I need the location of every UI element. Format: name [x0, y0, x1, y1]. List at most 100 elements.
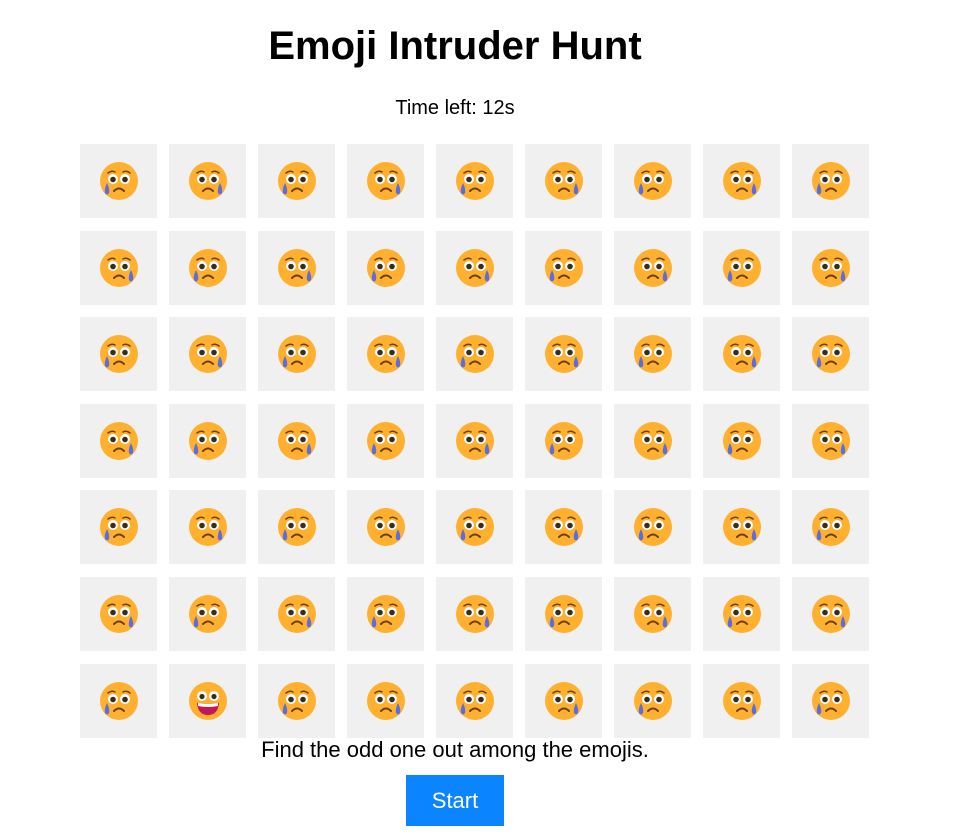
emoji-cell[interactable]: [614, 317, 691, 392]
emoji-cell[interactable]: [258, 663, 335, 738]
emoji-cell[interactable]: [703, 317, 780, 392]
emoji-cell[interactable]: [169, 403, 246, 478]
emoji-cell[interactable]: [169, 490, 246, 565]
emoji-cell[interactable]: [792, 576, 869, 651]
pleading-face-with-tear-icon: [366, 161, 406, 201]
emoji-cell[interactable]: [258, 144, 335, 218]
emoji-cell[interactable]: [169, 144, 246, 218]
emoji-cell[interactable]: [169, 230, 246, 305]
emoji-cell[interactable]: [792, 230, 869, 305]
emoji-cell[interactable]: [80, 490, 157, 565]
emoji-cell[interactable]: [347, 144, 424, 218]
emoji-cell[interactable]: [80, 663, 157, 738]
emoji-cell[interactable]: [614, 576, 691, 651]
pleading-face-with-tear-icon: [633, 334, 673, 374]
emoji-cell[interactable]: [169, 663, 246, 738]
emoji-cell[interactable]: [792, 144, 869, 218]
emoji-cell[interactable]: [347, 230, 424, 305]
pleading-face-with-tear-icon: [277, 507, 317, 547]
time-left-display: Time left: 12s: [395, 97, 515, 119]
emoji-cell[interactable]: [347, 403, 424, 478]
pleading-face-with-tear-icon: [811, 421, 851, 461]
pleading-face-with-tear-icon: [455, 421, 495, 461]
emoji-cell[interactable]: [525, 403, 602, 478]
emoji-cell[interactable]: [792, 663, 869, 738]
start-button[interactable]: Start: [406, 775, 504, 826]
emoji-cell[interactable]: [80, 144, 157, 218]
emoji-cell[interactable]: [436, 663, 513, 738]
emoji-cell[interactable]: [703, 490, 780, 565]
emoji-cell[interactable]: [525, 230, 602, 305]
emoji-cell[interactable]: [258, 403, 335, 478]
pleading-face-with-tear-icon: [366, 681, 406, 721]
emoji-cell[interactable]: [525, 317, 602, 392]
pleading-face-with-tear-icon: [544, 421, 584, 461]
emoji-cell[interactable]: [169, 317, 246, 392]
emoji-cell[interactable]: [792, 403, 869, 478]
pleading-face-with-tear-icon: [99, 421, 139, 461]
emoji-cell[interactable]: [614, 663, 691, 738]
pleading-face-with-tear-icon: [366, 334, 406, 374]
emoji-cell[interactable]: [792, 490, 869, 565]
emoji-cell[interactable]: [436, 490, 513, 565]
emoji-cell[interactable]: [614, 144, 691, 218]
emoji-cell[interactable]: [347, 576, 424, 651]
emoji-cell[interactable]: [525, 144, 602, 218]
emoji-cell[interactable]: [436, 317, 513, 392]
pleading-face-with-tear-icon: [811, 594, 851, 634]
emoji-cell[interactable]: [80, 576, 157, 651]
instructions-text: Find the odd one out among the emojis.: [261, 737, 649, 762]
pleading-face-with-tear-icon: [811, 334, 851, 374]
pleading-face-with-tear-icon: [188, 334, 228, 374]
pleading-face-with-tear-icon: [366, 594, 406, 634]
emoji-cell[interactable]: [347, 663, 424, 738]
emoji-cell[interactable]: [80, 230, 157, 305]
pleading-face-with-tear-icon: [811, 161, 851, 201]
pleading-face-with-tear-icon: [455, 507, 495, 547]
emoji-cell[interactable]: [258, 230, 335, 305]
pleading-face-with-tear-icon: [277, 248, 317, 288]
emoji-cell[interactable]: [614, 230, 691, 305]
emoji-cell[interactable]: [347, 490, 424, 565]
pleading-face-with-tear-icon: [722, 594, 762, 634]
emoji-cell[interactable]: [703, 576, 780, 651]
pleading-face-with-tear-icon: [99, 681, 139, 721]
pleading-face-with-tear-icon: [188, 421, 228, 461]
pleading-face-with-tear-icon: [99, 161, 139, 201]
pleading-face-with-tear-icon: [277, 681, 317, 721]
pleading-face-with-tear-icon: [188, 248, 228, 288]
pleading-face-with-tear-icon: [99, 334, 139, 374]
pleading-face-with-tear-icon: [366, 507, 406, 547]
emoji-cell[interactable]: [703, 403, 780, 478]
emoji-cell[interactable]: [80, 403, 157, 478]
emoji-cell[interactable]: [436, 230, 513, 305]
pleading-face-with-tear-icon: [544, 161, 584, 201]
pleading-face-with-tear-icon: [722, 334, 762, 374]
pleading-face-with-tear-icon: [633, 248, 673, 288]
emoji-cell[interactable]: [703, 230, 780, 305]
emoji-cell[interactable]: [525, 663, 602, 738]
pleading-face-with-tear-icon: [99, 248, 139, 288]
emoji-cell[interactable]: [436, 576, 513, 651]
emoji-cell[interactable]: [792, 317, 869, 392]
emoji-cell[interactable]: [80, 317, 157, 392]
emoji-cell[interactable]: [525, 490, 602, 565]
emoji-cell[interactable]: [614, 403, 691, 478]
pleading-face-with-tear-icon: [544, 507, 584, 547]
pleading-face-with-tear-icon: [455, 334, 495, 374]
emoji-cell[interactable]: [169, 576, 246, 651]
emoji-cell[interactable]: [525, 576, 602, 651]
emoji-cell[interactable]: [258, 317, 335, 392]
emoji-cell[interactable]: [703, 144, 780, 218]
pleading-face-with-tear-icon: [811, 507, 851, 547]
emoji-cell[interactable]: [436, 403, 513, 478]
pleading-face-with-tear-icon: [544, 594, 584, 634]
emoji-cell[interactable]: [347, 317, 424, 392]
emoji-cell[interactable]: [614, 490, 691, 565]
emoji-cell[interactable]: [258, 576, 335, 651]
game-page: Emoji Intruder Hunt Time left: 12s Find …: [0, 0, 955, 838]
emoji-cell[interactable]: [436, 144, 513, 218]
emoji-grid: [80, 144, 869, 738]
emoji-cell[interactable]: [258, 490, 335, 565]
emoji-cell[interactable]: [703, 663, 780, 738]
